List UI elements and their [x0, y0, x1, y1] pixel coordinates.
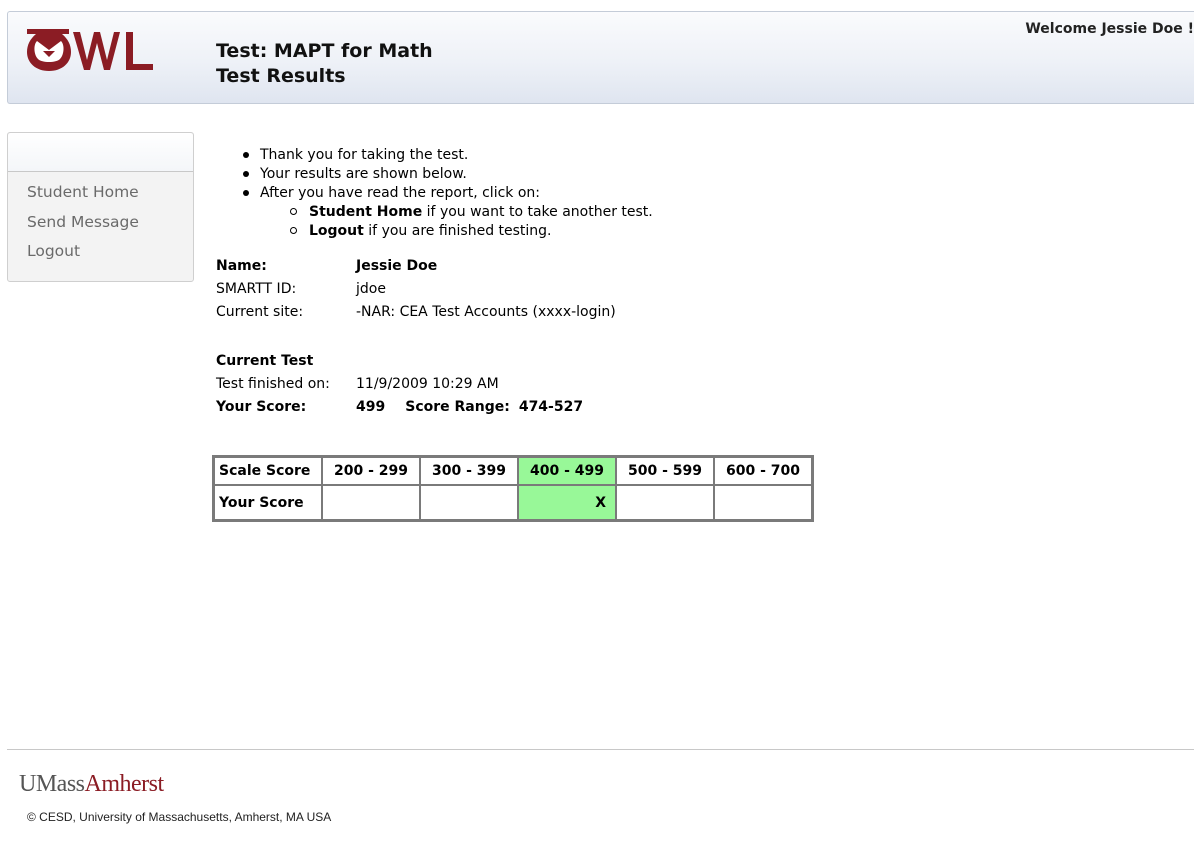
table-cell: 300 - 399: [420, 457, 518, 485]
list-item: After you have read the report, click on…: [243, 184, 653, 203]
score-table: Scale Score 200 - 299 300 - 399 400 - 49…: [212, 455, 814, 522]
sidebar-item-logout[interactable]: Logout: [27, 237, 193, 267]
table-cell: [420, 485, 518, 520]
score-row: Your Score: 499 Score Range: 474-527: [216, 396, 583, 419]
owl-logo: [27, 29, 153, 71]
sub-list-item: Student Home if you want to take another…: [243, 203, 653, 222]
table-cell: 600 - 700: [714, 457, 812, 485]
sidebar-item-send-message[interactable]: Send Message: [27, 208, 193, 238]
sub-list-item: Logout if you are finished testing.: [243, 222, 653, 241]
section-heading: Current Test: [216, 353, 314, 369]
score-mark-cell: X: [518, 485, 616, 520]
copyright-text: © CESD, University of Massachusetts, Amh…: [27, 810, 332, 824]
test-name: Test: MAPT for Math: [216, 40, 433, 62]
list-item: Your results are shown below.: [243, 165, 653, 184]
student-name: Jessie Doe: [356, 258, 438, 274]
student-id: jdoe: [356, 281, 386, 297]
circle-bullet-icon: [290, 227, 297, 234]
table-row: Your Score X: [214, 485, 812, 520]
page: Test: MAPT for Math Test Results Welcome…: [0, 0, 1194, 842]
page-title: Test: MAPT for Math Test Results: [216, 39, 433, 89]
sidebar-header: [8, 133, 193, 172]
table-cell: [714, 485, 812, 520]
range-value: 474-527: [518, 399, 584, 415]
umass-amherst-logo: UMassAmherst: [19, 771, 164, 797]
sidebar-nav: Student Home Send Message Logout: [8, 172, 193, 267]
range-label: Score Range:: [405, 399, 510, 415]
table-cell: 200 - 299: [322, 457, 420, 485]
current-site: -NAR: CEA Test Accounts (xxxx-login): [356, 304, 616, 320]
page-subtitle: Test Results: [216, 65, 346, 87]
bullet-icon: [243, 152, 249, 158]
bullet-icon: [243, 171, 249, 177]
student-info: Name: Jessie Doe SMARTT ID: jdoe Current…: [216, 255, 616, 324]
current-test-info: Current Test Test finished on: 11/9/2009…: [216, 350, 583, 419]
row-header: Your Score: [214, 485, 322, 520]
table-cell: [616, 485, 714, 520]
id-row: SMARTT ID: jdoe: [216, 278, 616, 301]
sidebar-item-student-home[interactable]: Student Home: [27, 178, 193, 208]
finished-date: 11/9/2009 10:29 AM: [356, 376, 499, 392]
table-cell: [322, 485, 420, 520]
finished-row: Test finished on: 11/9/2009 10:29 AM: [216, 373, 583, 396]
row-header: Scale Score: [214, 457, 322, 485]
bullet-icon: [243, 190, 249, 196]
score-value: 499: [356, 399, 386, 415]
instructions-list: Thank you for taking the test. Your resu…: [243, 146, 653, 241]
sidebar: Student Home Send Message Logout: [7, 132, 194, 282]
welcome-message: Welcome Jessie Doe !: [1025, 21, 1194, 37]
name-row: Name: Jessie Doe: [216, 255, 616, 278]
table-cell: 500 - 599: [616, 457, 714, 485]
table-cell-highlighted: 400 - 499: [518, 457, 616, 485]
header-banner: Test: MAPT for Math Test Results Welcome…: [7, 11, 1194, 104]
circle-bullet-icon: [290, 208, 297, 215]
site-row: Current site: -NAR: CEA Test Accounts (x…: [216, 301, 616, 324]
list-item: Thank you for taking the test.: [243, 146, 653, 165]
footer-divider: [7, 749, 1194, 750]
table-row: Scale Score 200 - 299 300 - 399 400 - 49…: [214, 457, 812, 485]
